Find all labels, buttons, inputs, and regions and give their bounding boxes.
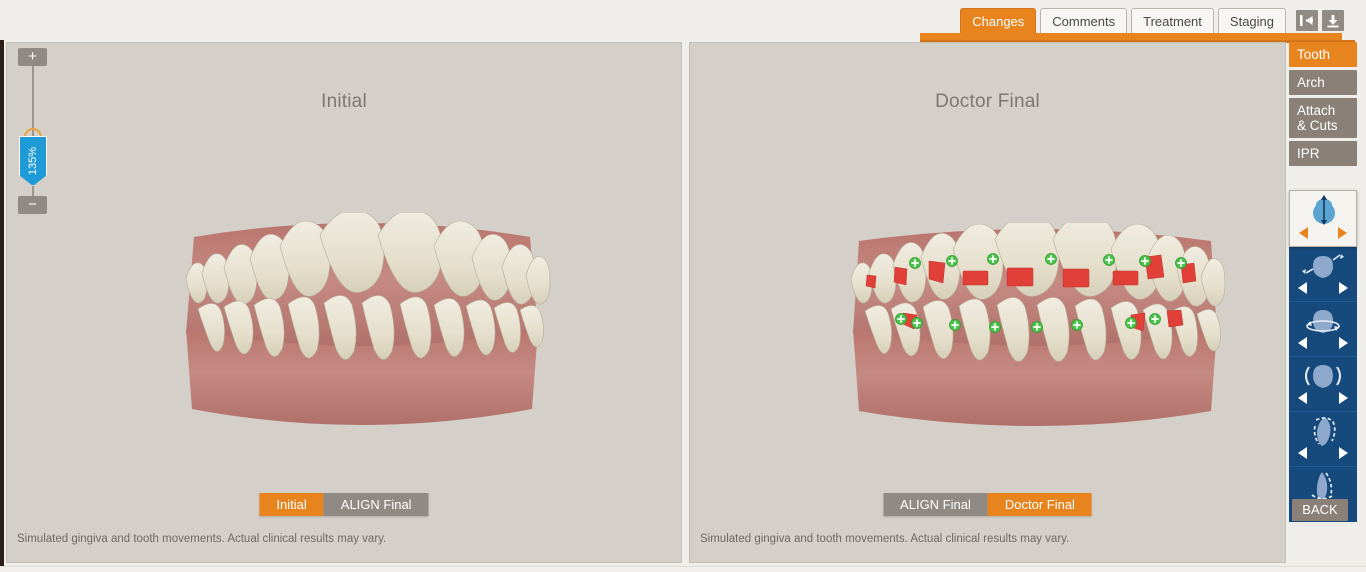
zoom-handle-arc-icon bbox=[24, 128, 42, 137]
dental-model-initial[interactable] bbox=[7, 43, 681, 562]
zoom-slider-handle[interactable]: 135% bbox=[19, 128, 47, 186]
tooth-movement-tool-strip bbox=[1289, 190, 1357, 522]
buccal-lingual-icon bbox=[1289, 359, 1357, 393]
panel-initial: Initial Initial ALIGN Final Simulated gi… bbox=[6, 42, 682, 563]
extrusion-intrusion-tool[interactable] bbox=[1289, 190, 1357, 247]
panel-doctor-final: Doctor Final ALIGN Final Doctor Final Si… bbox=[689, 42, 1286, 563]
zoom-slider-control[interactable]: + − 135% bbox=[18, 48, 48, 223]
mesial-distal-tool[interactable] bbox=[1289, 247, 1357, 302]
sidebar-category-ipr[interactable]: IPR bbox=[1289, 141, 1357, 166]
download-glyph bbox=[1327, 14, 1339, 27]
collapse-panel-icon[interactable] bbox=[1296, 10, 1318, 31]
toggle-align-final[interactable]: ALIGN Final bbox=[323, 493, 429, 516]
view-toggle-initial: Initial ALIGN Final bbox=[259, 493, 429, 516]
tool-sidebar: Tooth Arch Attach & Cuts IPR BACK bbox=[1286, 42, 1360, 563]
toggle-doctor-final[interactable]: Doctor Final bbox=[987, 493, 1092, 516]
toggle-initial[interactable]: Initial bbox=[259, 493, 324, 516]
zoom-value-flag: 135% bbox=[19, 136, 47, 186]
angulation-tip-icon bbox=[1289, 414, 1357, 448]
dental-model-initial-svg bbox=[185, 213, 551, 425]
zoom-in-button[interactable]: + bbox=[18, 48, 47, 66]
angulation-increase-arrow[interactable] bbox=[1339, 447, 1348, 459]
disclaimer-doctor-final: Simulated gingiva and tooth movements. A… bbox=[700, 533, 1070, 545]
buccal-lingual-increase-arrow[interactable] bbox=[1339, 392, 1348, 404]
rotation-decrease-arrow[interactable] bbox=[1298, 337, 1307, 349]
rotation-icon bbox=[1289, 304, 1357, 338]
window-bottom-edge bbox=[0, 566, 1366, 572]
mesial-distal-icon bbox=[1289, 249, 1357, 283]
window-left-edge bbox=[0, 0, 4, 572]
header-icon-buttons bbox=[1296, 10, 1344, 31]
rotation-increase-arrow[interactable] bbox=[1339, 337, 1348, 349]
toggle-align-final-2[interactable]: ALIGN Final bbox=[883, 493, 988, 516]
dental-model-doctor-final-svg bbox=[850, 223, 1225, 426]
buccal-lingual-tool[interactable] bbox=[1289, 357, 1357, 412]
sidebar-category-arch[interactable]: Arch bbox=[1289, 70, 1357, 95]
tab-treatment[interactable]: Treatment bbox=[1131, 8, 1214, 33]
mesial-distal-decrease-arrow[interactable] bbox=[1298, 282, 1307, 294]
application-window: Changes Comments Treatment Staging Initi… bbox=[0, 0, 1366, 572]
rotation-tool[interactable] bbox=[1289, 302, 1357, 357]
tab-staging[interactable]: Staging bbox=[1217, 8, 1286, 33]
angulation-tip-tool[interactable] bbox=[1289, 412, 1357, 467]
download-icon[interactable] bbox=[1322, 10, 1344, 31]
extrusion-increase-arrow[interactable] bbox=[1338, 227, 1347, 239]
tab-comments[interactable]: Comments bbox=[1040, 8, 1128, 33]
tabbar-accent-underline bbox=[920, 33, 1342, 40]
back-button[interactable]: BACK bbox=[1292, 499, 1348, 521]
extrusion-decrease-arrow[interactable] bbox=[1299, 227, 1308, 239]
buccal-lingual-decrease-arrow[interactable] bbox=[1298, 392, 1307, 404]
zoom-out-button[interactable]: − bbox=[18, 196, 47, 214]
extrusion-intrusion-icon bbox=[1290, 193, 1358, 227]
tab-strip: Changes Comments Treatment Staging bbox=[960, 8, 1286, 33]
view-toggle-doctor-final: ALIGN Final Doctor Final bbox=[883, 493, 1092, 516]
torque-inclination-icon bbox=[1289, 469, 1357, 503]
angulation-decrease-arrow[interactable] bbox=[1298, 447, 1307, 459]
mesial-distal-increase-arrow[interactable] bbox=[1339, 282, 1348, 294]
sidebar-category-tooth[interactable]: Tooth bbox=[1289, 42, 1357, 67]
collapse-panel-glyph bbox=[1300, 15, 1313, 26]
disclaimer-initial: Simulated gingiva and tooth movements. A… bbox=[17, 533, 387, 545]
tab-changes[interactable]: Changes bbox=[960, 8, 1037, 33]
sidebar-category-attach-cuts[interactable]: Attach & Cuts bbox=[1289, 98, 1357, 138]
top-tab-bar: Changes Comments Treatment Staging bbox=[0, 0, 1366, 43]
zoom-value-label: 135% bbox=[27, 146, 39, 176]
dental-model-doctor-final[interactable] bbox=[690, 43, 1285, 562]
